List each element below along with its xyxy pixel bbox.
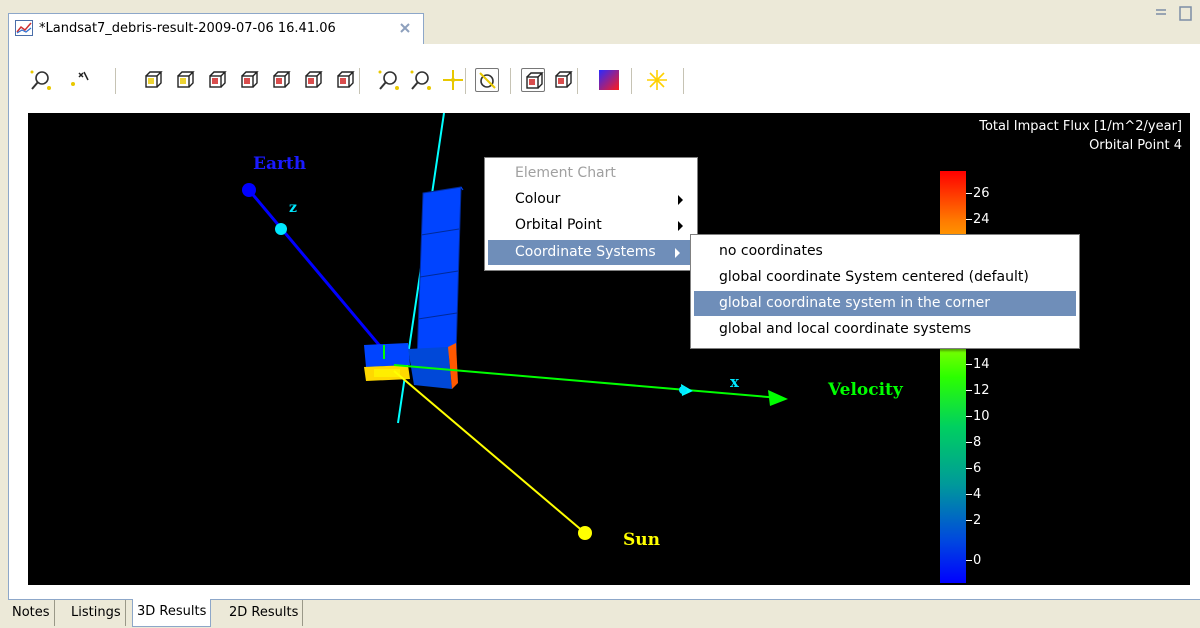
legend-title: Total Impact Flux [1/m^2/year] Orbital P… — [979, 117, 1182, 155]
menu-item-colour[interactable]: Colour — [485, 187, 697, 212]
maximize-icon[interactable] — [1179, 6, 1192, 21]
colour-scale-tick: 26 — [966, 186, 990, 201]
legend-title-line1: Total Impact Flux [1/m^2/year] — [979, 119, 1182, 134]
light-icon[interactable] — [645, 68, 669, 92]
menu-item-label: Orbital Point — [515, 217, 602, 233]
colour-scale-tick: 14 — [966, 357, 990, 372]
view-back-icon[interactable] — [173, 68, 197, 92]
colour-scale-bar — [940, 171, 966, 583]
view-iso-icon[interactable] — [333, 68, 357, 92]
sun-vector — [393, 370, 586, 534]
submenu-item-no-coordinates[interactable]: no coordinates — [691, 239, 1079, 264]
tab-listings[interactable]: Listings — [67, 600, 126, 626]
sun-marker — [578, 526, 592, 540]
chart-icon — [15, 20, 33, 36]
zoom-icon[interactable] — [29, 68, 53, 92]
menu-item-label: Colour — [515, 191, 561, 207]
menu-item-label: Element Chart — [515, 165, 616, 181]
toolbar-separator — [631, 68, 632, 94]
tab-label: 3D Results — [137, 604, 207, 619]
toolbar-separator — [359, 68, 360, 94]
submenu-arrow-icon — [678, 195, 683, 205]
toolbar-separator — [115, 68, 116, 94]
earth-vector — [247, 189, 392, 359]
view-toolbar — [29, 64, 829, 100]
editor-tab[interactable]: *Landsat7_debris-result-2009-07-06 16.41… — [8, 13, 424, 44]
parallel-icon[interactable] — [551, 68, 575, 92]
window-controls — [1152, 4, 1198, 24]
coordinate-systems-submenu: no coordinates global coordinate System … — [690, 234, 1080, 349]
colour-scale-tick: 6 — [966, 461, 981, 476]
menu-item-label: Coordinate Systems — [515, 244, 656, 260]
colour-scale-tick: 10 — [966, 409, 990, 424]
tab-3d-results[interactable]: 3D Results — [132, 599, 212, 627]
velocity-arrowhead — [768, 390, 788, 406]
earth-marker — [242, 183, 256, 197]
minimize-icon[interactable] — [1156, 9, 1166, 15]
bottom-tab-bar: Notes Listings 3D Results 2D Results — [8, 599, 1200, 628]
colour-scale-tick: 2 — [966, 513, 981, 528]
submenu-item-global-and-local[interactable]: global and local coordinate systems — [691, 317, 1079, 342]
tab-label: Notes — [12, 605, 50, 620]
submenu-item-global-centered[interactable]: global coordinate System centered (defau… — [691, 265, 1079, 290]
colour-scale-tick: 4 — [966, 487, 981, 502]
tab-notes[interactable]: Notes — [8, 600, 55, 626]
toolbar-separator — [510, 68, 511, 94]
legend-title-line2: Orbital Point 4 — [1089, 138, 1182, 153]
z-axis-label: z — [289, 200, 297, 216]
close-icon[interactable] — [397, 20, 413, 36]
colour-scale-tick: 12 — [966, 383, 990, 398]
rotate-icon[interactable] — [67, 68, 91, 92]
perspective-icon[interactable] — [521, 68, 545, 92]
editor-tab-bar: *Landsat7_debris-result-2009-07-06 16.41… — [0, 0, 1200, 44]
view-front-icon[interactable] — [141, 68, 165, 92]
submenu-item-global-corner[interactable]: global coordinate system in the corner — [694, 291, 1076, 316]
submenu-item-label: global and local coordinate systems — [719, 321, 972, 337]
editor-tab-title: *Landsat7_debris-result-2009-07-06 16.41… — [39, 21, 336, 36]
colour-gradient-icon[interactable] — [597, 68, 621, 92]
x-axis-label: x — [730, 373, 740, 391]
earth-label: Earth — [253, 154, 306, 174]
view-bottom-icon[interactable] — [301, 68, 325, 92]
select-rotate-icon[interactable] — [475, 68, 499, 92]
satellite-solar-panel — [416, 186, 464, 362]
sun-label: Sun — [623, 530, 660, 550]
velocity-label: Velocity — [827, 380, 904, 400]
zoom-out-icon[interactable] — [409, 68, 433, 92]
menu-item-element-chart: Element Chart — [485, 161, 697, 186]
colour-scale-tick: 24 — [966, 212, 990, 227]
z-marker — [275, 223, 287, 235]
submenu-item-label: no coordinates — [719, 243, 823, 259]
toolbar-separator — [577, 68, 578, 94]
view-right-icon[interactable] — [237, 68, 261, 92]
submenu-item-label: global coordinate System centered (defau… — [719, 269, 1029, 285]
colour-scale-tick: 8 — [966, 435, 981, 450]
toolbar-separator — [465, 68, 466, 94]
submenu-arrow-icon — [675, 248, 680, 258]
pan-icon[interactable] — [441, 68, 465, 92]
menu-item-orbital-point[interactable]: Orbital Point — [485, 213, 697, 238]
submenu-arrow-icon — [678, 221, 683, 231]
tab-label: 2D Results — [229, 605, 299, 620]
tab-label: Listings — [71, 605, 121, 620]
view-top-icon[interactable] — [269, 68, 293, 92]
submenu-item-label: global coordinate system in the corner — [719, 295, 990, 311]
context-menu: Element Chart Colour Orbital Point Coord… — [484, 157, 698, 271]
tab-2d-results[interactable]: 2D Results — [225, 600, 304, 626]
colour-scale-tick: 0 — [966, 553, 981, 568]
zoom-box-icon[interactable] — [377, 68, 401, 92]
toolbar-separator — [683, 68, 684, 94]
menu-item-coordinate-systems[interactable]: Coordinate Systems — [488, 240, 694, 265]
view-left-icon[interactable] — [205, 68, 229, 92]
